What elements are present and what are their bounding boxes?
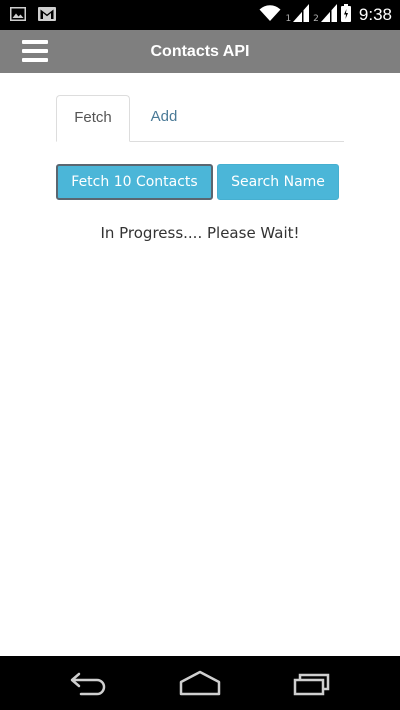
sim2-label: 2 [313, 14, 319, 24]
signal-sim1-icon [293, 3, 310, 27]
nav-bar [0, 656, 400, 710]
battery-icon [340, 3, 351, 27]
home-icon[interactable] [178, 668, 222, 698]
sim1-label: 1 [285, 14, 292, 24]
tab-bar: Fetch Add [56, 95, 344, 142]
progress-message: In Progress.... Please Wait! [100, 224, 300, 242]
status-bar: 1 2 9:38 [0, 0, 400, 30]
app-title: Contacts API [150, 43, 250, 60]
back-icon[interactable] [67, 668, 111, 698]
app-bar: Contacts API [0, 30, 400, 73]
main-content: Fetch Add Fetch 10 Contacts Search Name … [0, 73, 400, 656]
wifi-icon [259, 4, 281, 27]
tab-fetch[interactable]: Fetch [56, 95, 130, 142]
image-icon [10, 7, 26, 26]
hamburger-menu-icon[interactable] [22, 40, 48, 62]
fetch-contacts-button[interactable]: Fetch 10 Contacts [56, 164, 213, 200]
tab-add[interactable]: Add [132, 95, 196, 141]
recent-apps-icon[interactable] [289, 668, 333, 698]
status-time: 9:38 [358, 5, 392, 24]
search-name-button[interactable]: Search Name [217, 164, 339, 200]
gmail-icon [38, 7, 56, 26]
signal-sim2-icon [320, 3, 337, 27]
